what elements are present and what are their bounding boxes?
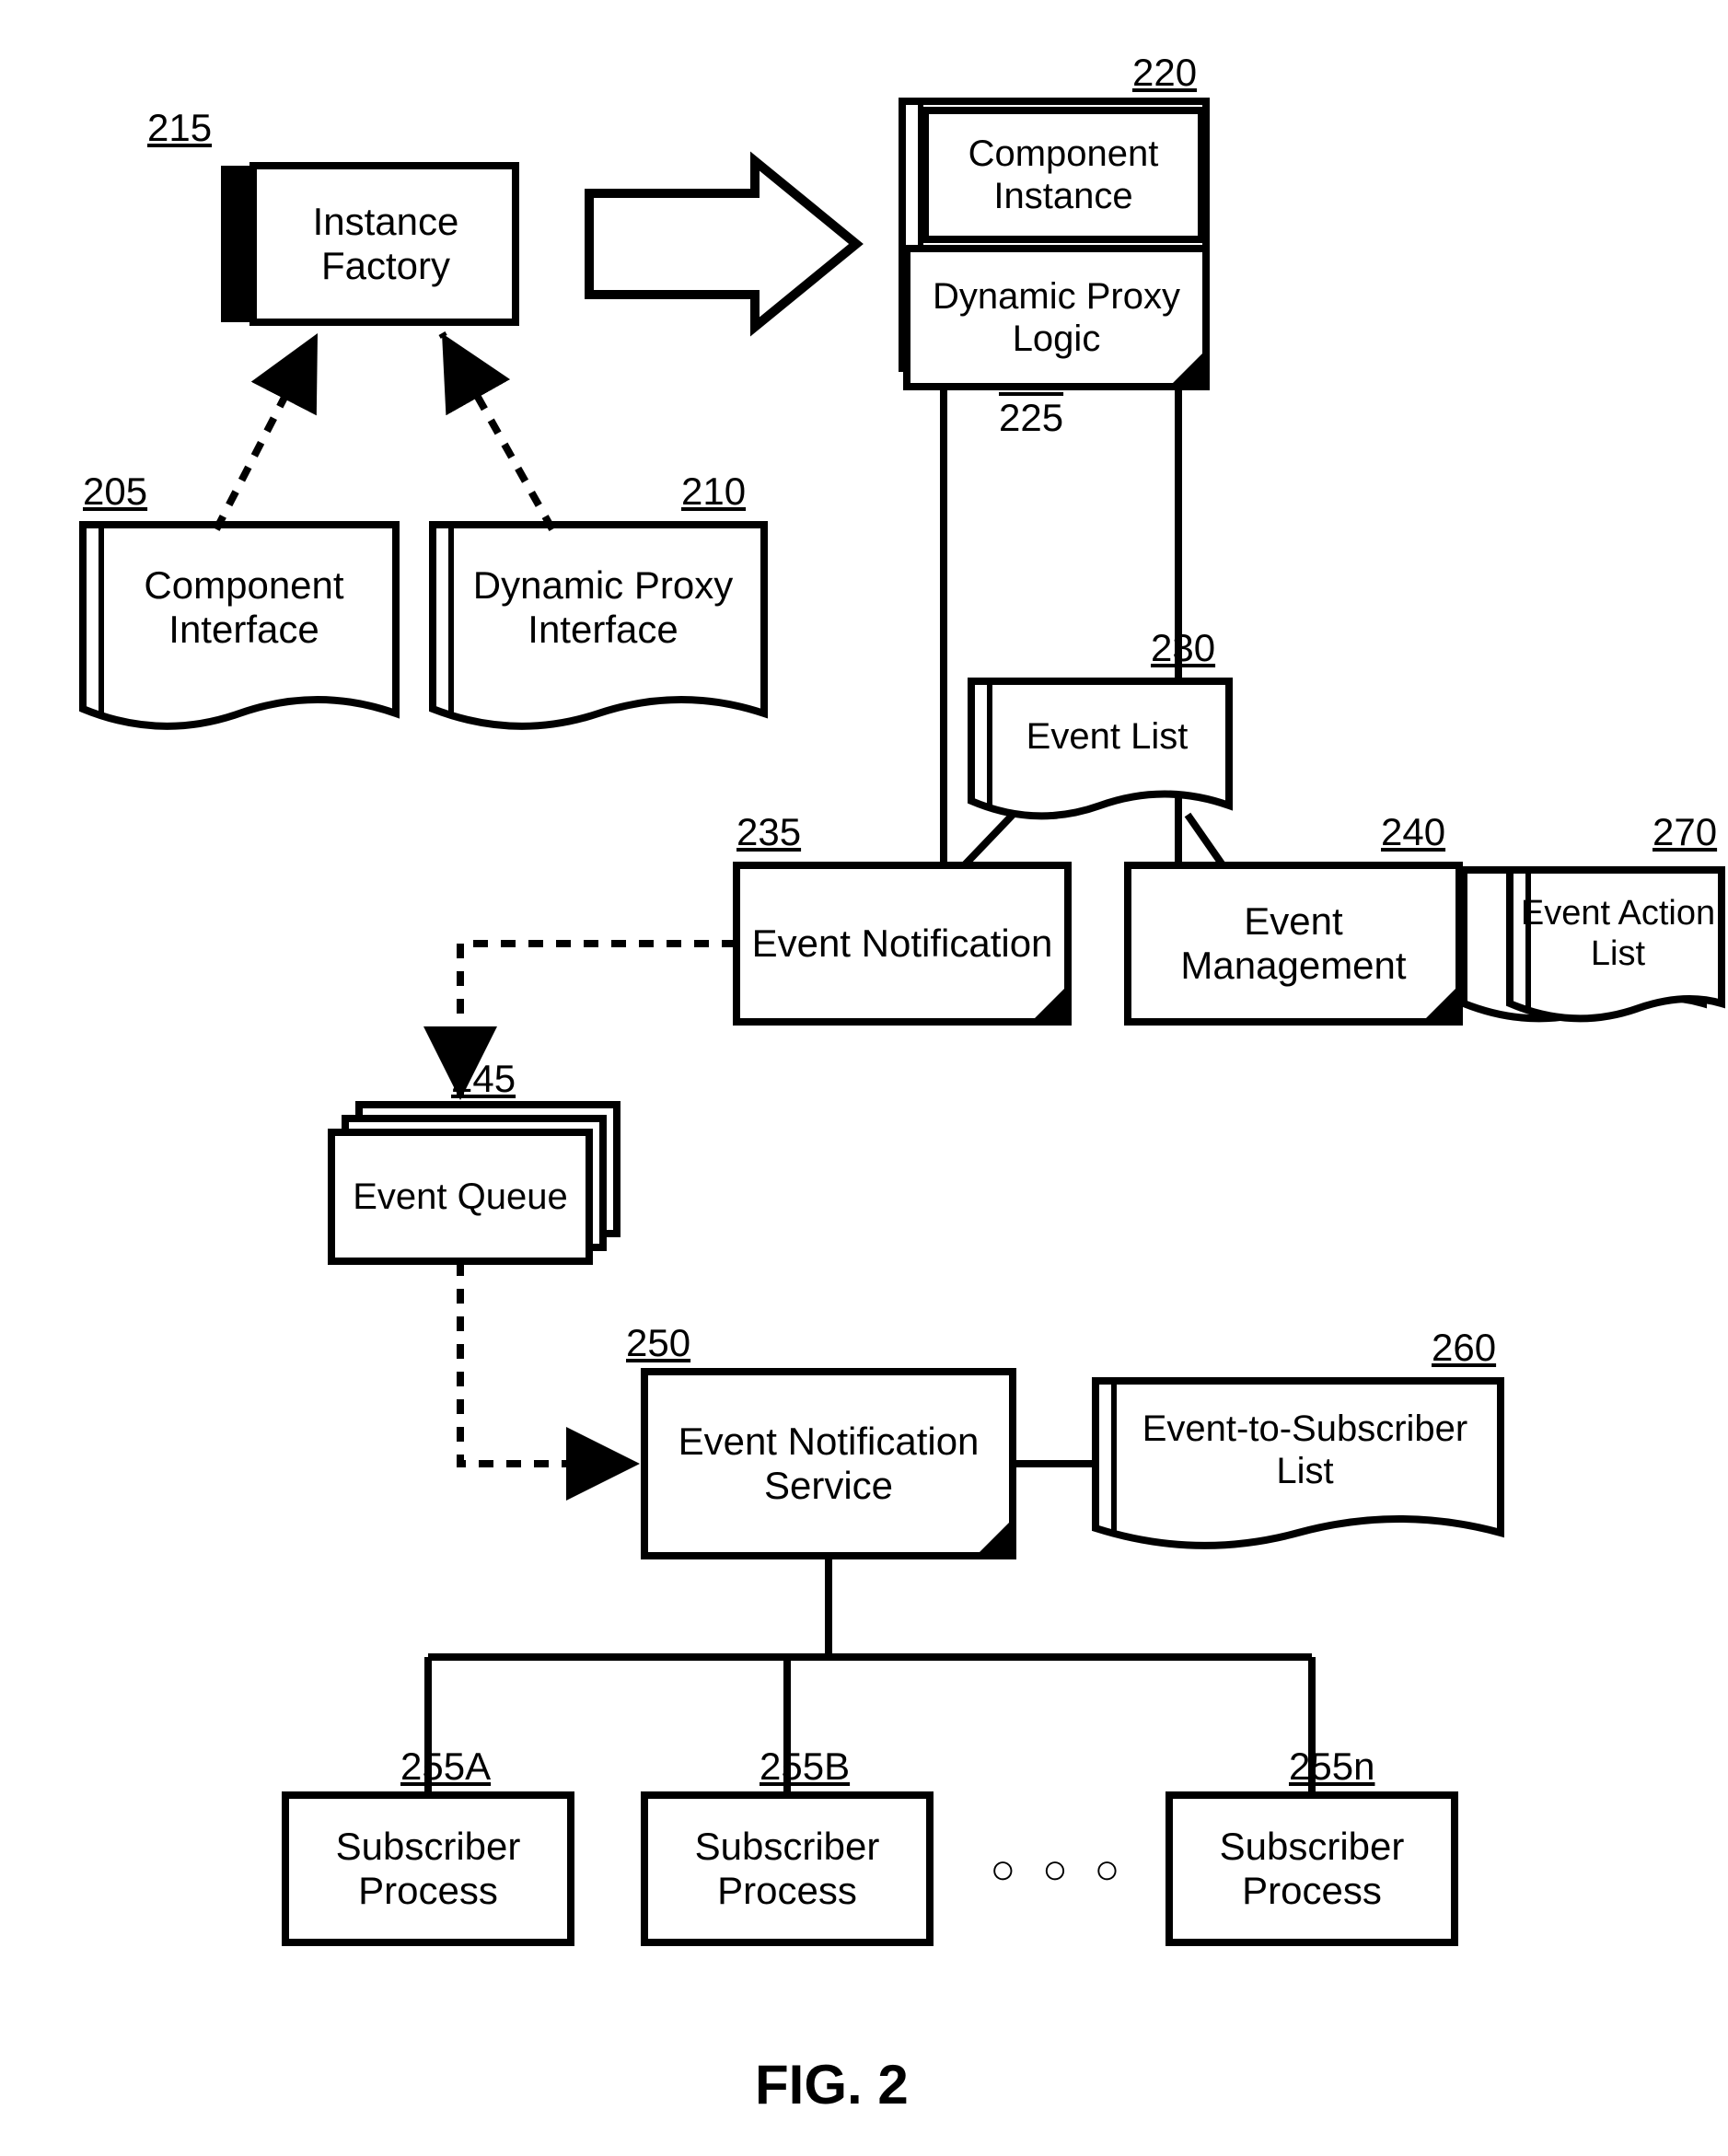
subscriber-process-b: Subscriber Process (644, 1795, 930, 1942)
ref-dynamic-proxy-interface: 210 (681, 469, 746, 514)
subscriber-process-a: Subscriber Process (285, 1795, 571, 1942)
diagram-canvas: Instance Factory 215 Component Interface… (0, 0, 1728, 2156)
component-instance: Component Instance (925, 110, 1201, 239)
ref-subscriber-b: 255B (760, 1745, 850, 1789)
dynamic-proxy-interface: Dynamic Proxy Interface (451, 534, 755, 681)
event-action-list: Event Action List (1519, 875, 1717, 994)
figure-label: FIG. 2 (755, 2053, 909, 2116)
ref-event-queue: 245 (451, 1057, 516, 1101)
event-notification-service: Event Notification Service (644, 1372, 1013, 1556)
event-to-subscriber-list: Event-to-Subscriber List (1114, 1385, 1496, 1514)
event-management: Event Management (1128, 865, 1459, 1022)
ref-component-instance: 220 (1132, 51, 1197, 95)
ref-event-to-subscriber-list: 260 (1432, 1326, 1496, 1370)
event-queue: Event Queue (331, 1132, 589, 1261)
ref-dynamic-proxy-logic: 225 (999, 396, 1063, 440)
ref-event-notification: 235 (736, 810, 801, 854)
instance-factory: Instance Factory (256, 166, 516, 322)
ref-subscriber-n: 255n (1289, 1745, 1374, 1789)
component-interface: Component Interface (101, 534, 387, 681)
ref-event-list: 230 (1151, 626, 1215, 670)
ref-event-notification-service: 250 (626, 1321, 690, 1365)
subscriber-process-n: Subscriber Process (1169, 1795, 1455, 1942)
ellipsis: ○ ○ ○ (976, 1832, 1142, 1906)
dynamic-proxy-logic: Dynamic Proxy Logic (907, 249, 1206, 387)
ref-event-management: 240 (1381, 810, 1445, 854)
event-list: Event List (990, 686, 1224, 787)
event-notification: Event Notification (736, 865, 1068, 1022)
ref-event-action-list: 270 (1653, 810, 1717, 854)
ref-subscriber-a: 255A (400, 1745, 491, 1789)
ref-instance-factory: 215 (147, 106, 212, 150)
ref-component-interface: 205 (83, 469, 147, 514)
